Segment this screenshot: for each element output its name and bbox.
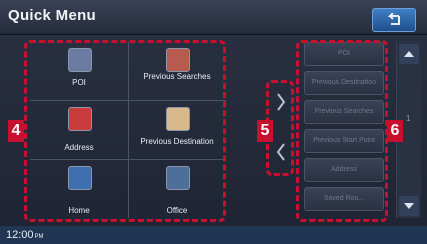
back-arrow-icon <box>387 13 400 25</box>
page-indicator: 1 <box>406 114 411 123</box>
callout-badge: 6 <box>387 120 403 142</box>
back-button[interactable] <box>372 8 416 32</box>
scroll-up-button[interactable] <box>399 44 419 64</box>
scroll-down-button[interactable] <box>399 196 419 216</box>
clock-ampm: PM <box>34 234 44 240</box>
callout-frame-list <box>296 40 388 222</box>
clock: 12:00PM <box>6 229 44 241</box>
quick-menu-screen: Quick Menu POI Previous Searches Address… <box>0 0 427 244</box>
triangle-up-icon <box>404 51 414 57</box>
triangle-down-icon <box>404 203 414 209</box>
callout-frame-grid <box>24 40 226 222</box>
clock-time: 12:00 <box>6 229 34 241</box>
header-bar: Quick Menu <box>0 0 427 35</box>
callout-badge: 5 <box>257 120 273 142</box>
callout-badge: 4 <box>8 120 24 142</box>
status-bar: 12:00PM <box>0 226 427 244</box>
page-title: Quick Menu <box>8 7 97 24</box>
